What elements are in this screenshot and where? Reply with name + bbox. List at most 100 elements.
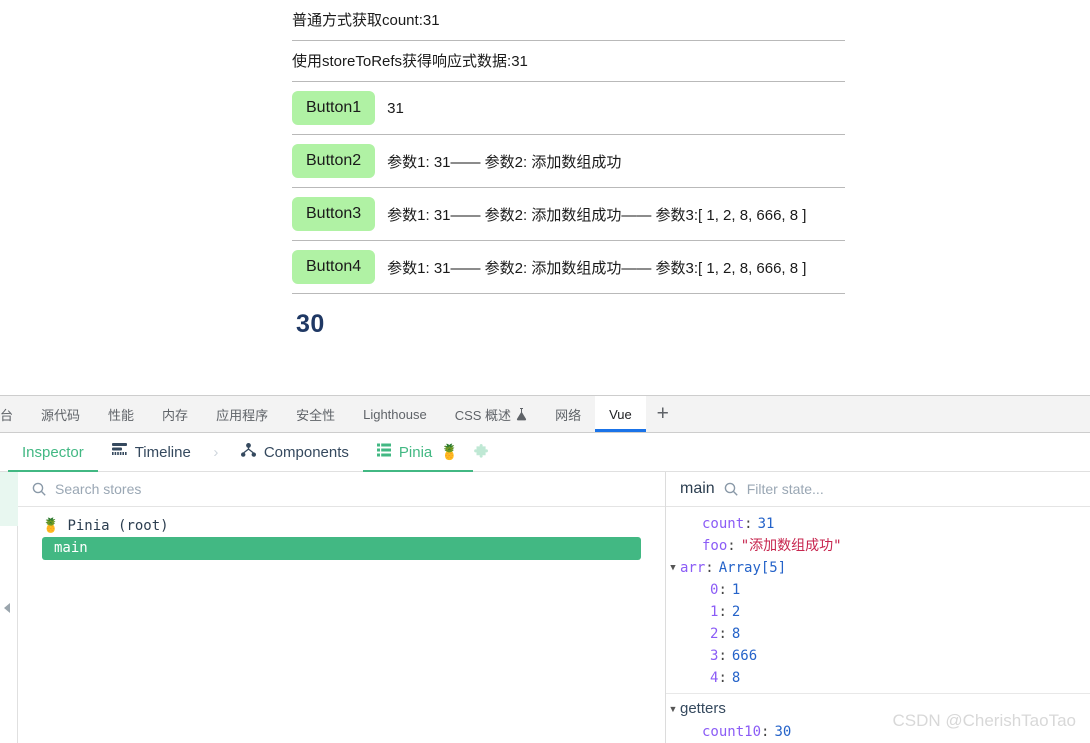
state-filter-bar: main	[666, 472, 1090, 507]
search-icon	[724, 482, 738, 496]
add-tab-button[interactable]: +	[646, 396, 680, 432]
devtools-tab-label: 应用程序	[216, 407, 269, 423]
state-section-getters[interactable]: ▼ getters	[666, 693, 1090, 721]
state-row-arr-3[interactable]: 3: 666	[666, 645, 1090, 667]
button3[interactable]: Button3	[292, 197, 376, 231]
store-item-main[interactable]: main	[42, 537, 641, 560]
vue-nav-label: Pinia	[398, 443, 433, 461]
section-label: getters	[680, 700, 726, 717]
devtools-panel: 台 源代码 性能 内存 应用程序 安全性 Lighthouse CSS 概述 网…	[0, 395, 1090, 743]
state-key: 2	[710, 626, 719, 642]
devtools-tab-network[interactable]: 网络	[541, 396, 595, 432]
state-key: arr	[680, 560, 706, 576]
button3-output: 参数1: 31—— 参数2: 添加数组成功—— 参数3:[ 1, 2, 8, 6…	[387, 206, 807, 224]
flask-icon	[516, 407, 527, 421]
state-key: foo	[702, 538, 728, 554]
caret-icon: ▼	[688, 721, 702, 743]
pineapple-icon: 🍍	[42, 518, 60, 534]
button-row-2: Button2 参数1: 31—— 参数2: 添加数组成功	[292, 135, 845, 188]
devtools-tab-vue[interactable]: Vue	[595, 396, 646, 432]
devtools-tab-label: CSS 概述	[454, 407, 512, 423]
collapse-arrow-icon[interactable]	[4, 603, 10, 613]
devtools-tab-performance[interactable]: 性能	[94, 396, 148, 432]
state-row-count[interactable]: ▼ count: 31	[666, 513, 1090, 535]
vue-nav-components[interactable]: Components	[227, 433, 363, 471]
button1-output: 31	[387, 99, 404, 117]
state-value: 31	[757, 516, 775, 532]
caret-down-icon[interactable]: ▼	[666, 557, 680, 579]
devtools-tab-security[interactable]: 安全性	[282, 396, 349, 432]
state-key: count	[702, 516, 745, 532]
vue-nav-pinia[interactable]: Pinia 🍍	[362, 433, 474, 472]
state-row-foo[interactable]: ▼ foo: "添加数组成功"	[666, 535, 1090, 557]
devtools-tab-lighthouse[interactable]: Lighthouse	[349, 396, 441, 432]
button-row-3: Button3 参数1: 31—— 参数2: 添加数组成功—— 参数3:[ 1,…	[292, 188, 845, 241]
storetorefs-count-text: 使用storeToRefs获得响应式数据:31	[292, 41, 845, 82]
devtools-tab-css-overview[interactable]: CSS 概述	[441, 396, 541, 432]
devtools-panes: 🍍 Pinia (root) main main	[0, 472, 1090, 743]
state-value: 666	[731, 648, 758, 664]
state-key: 1	[710, 604, 719, 620]
getter-value-heading: 30	[296, 310, 325, 338]
state-value: 8	[731, 626, 741, 642]
state-row-arr-1[interactable]: 1: 2	[666, 601, 1090, 623]
stores-search-bar	[18, 472, 665, 507]
rail-active-indicator	[0, 472, 18, 526]
vue-nav-inspector[interactable]: Inspector	[8, 433, 98, 472]
search-stores-input[interactable]	[55, 481, 651, 497]
vue-devtools-nav: Inspector Timeline › Components Pinia 🍍	[0, 433, 1090, 472]
page-container: 普通方式获取count:31 使用storeToRefs获得响应式数据:31 B…	[292, 0, 845, 339]
vue-nav-label: Inspector	[22, 443, 84, 461]
state-key: 3	[710, 648, 719, 664]
devtools-tabstrip: 台 源代码 性能 内存 应用程序 安全性 Lighthouse CSS 概述 网…	[0, 396, 1090, 433]
state-value: 1	[731, 582, 741, 598]
state-tree: ▼ count: 31 ▼ foo: "添加数组成功" ▼ arr: Array…	[666, 507, 1090, 743]
vue-nav-label: Components	[263, 443, 349, 461]
devtools-tab-label: 性能	[108, 407, 135, 423]
state-key: count10	[702, 724, 762, 740]
devtools-tab-label: 台	[0, 407, 14, 423]
devtools-tab-memory[interactable]: 内存	[148, 396, 202, 432]
caret-down-icon[interactable]: ▼	[666, 697, 680, 721]
state-row-count10[interactable]: ▼ count10: 30	[666, 721, 1090, 743]
timeline-icon	[111, 443, 127, 461]
components-tree-icon	[240, 443, 256, 461]
pineapple-icon: 🍍	[440, 443, 459, 461]
state-row-arr[interactable]: ▼ arr: Array[5]	[666, 557, 1090, 579]
plain-count-text: 普通方式获取count:31	[292, 0, 845, 41]
devtools-tab-console[interactable]: 台	[0, 396, 27, 432]
devtools-tab-label: Vue	[609, 406, 632, 422]
button1[interactable]: Button1	[292, 91, 376, 125]
puzzle-piece-icon[interactable]	[473, 433, 490, 471]
caret-icon: ▼	[688, 535, 702, 557]
button-row-4: Button4 参数1: 31—— 参数2: 添加数组成功—— 参数3:[ 1,…	[292, 241, 845, 294]
pinia-root-label: Pinia (root)	[67, 518, 169, 534]
devtools-tab-label: 安全性	[296, 407, 336, 423]
button4[interactable]: Button4	[292, 250, 376, 284]
state-row-arr-0[interactable]: 0: 1	[666, 579, 1090, 601]
button4-output: 参数1: 31—— 参数2: 添加数组成功—— 参数3:[ 1, 2, 8, 6…	[387, 259, 807, 277]
devtools-tab-label: Lighthouse	[363, 406, 427, 422]
button-row-1: Button1 31	[292, 82, 845, 135]
state-key: 4	[710, 670, 719, 686]
state-pane: main ▼ count: 31 ▼ foo:	[666, 472, 1090, 743]
devtools-tab-label: 源代码	[41, 407, 81, 423]
vue-nav-timeline[interactable]: Timeline	[98, 433, 205, 471]
state-row-arr-4[interactable]: 4: 8	[666, 667, 1090, 689]
state-row-arr-2[interactable]: 2: 8	[666, 623, 1090, 645]
caret-icon: ▼	[688, 513, 702, 535]
pinia-list-icon	[376, 443, 391, 461]
devtools-tab-sources[interactable]: 源代码	[27, 396, 94, 432]
stores-tree: 🍍 Pinia (root) main	[18, 507, 665, 560]
devtools-tab-application[interactable]: 应用程序	[202, 396, 282, 432]
devtools-tab-label: 内存	[162, 407, 189, 423]
pinia-root-node[interactable]: 🍍 Pinia (root)	[18, 516, 665, 536]
filter-state-input[interactable]	[746, 481, 1076, 497]
search-icon	[32, 482, 46, 496]
vue-nav-label: Timeline	[134, 443, 191, 461]
stores-pane: 🍍 Pinia (root) main	[18, 472, 666, 743]
button2-output: 参数1: 31—— 参数2: 添加数组成功	[387, 153, 622, 171]
devtools-tab-label: 网络	[555, 407, 582, 423]
button2[interactable]: Button2	[292, 144, 376, 178]
state-value: 8	[731, 670, 741, 686]
